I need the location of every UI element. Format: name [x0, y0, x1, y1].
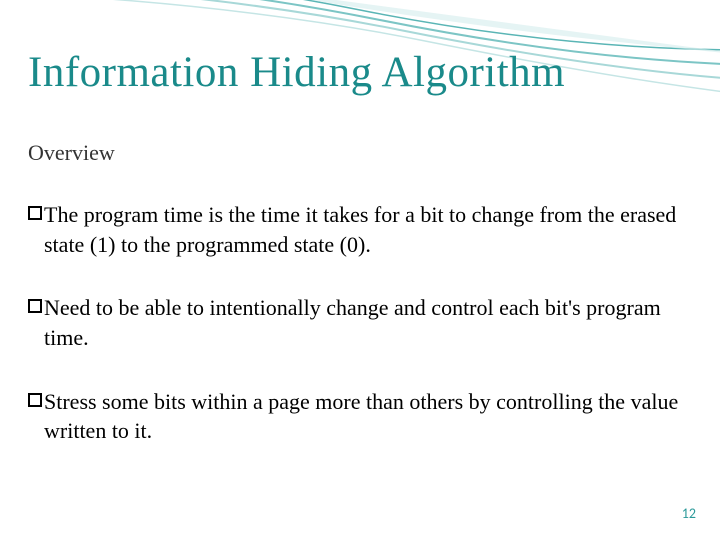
bullet-list: The program time is the time it takes fo…: [28, 200, 680, 480]
slide-title: Information Hiding Algorithm: [28, 48, 565, 97]
square-bullet-icon: [28, 206, 42, 220]
bullet-text: Stress some bits within a page more than…: [44, 387, 680, 446]
slide-subtitle: Overview: [28, 140, 115, 166]
page-number: 12: [682, 505, 696, 522]
bullet-item: Need to be able to intentionally change …: [28, 293, 680, 352]
bullet-text: The program time is the time it takes fo…: [44, 200, 680, 259]
square-bullet-icon: [28, 393, 42, 407]
bullet-item: The program time is the time it takes fo…: [28, 200, 680, 259]
bullet-item: Stress some bits within a page more than…: [28, 387, 680, 446]
bullet-text: Need to be able to intentionally change …: [44, 293, 680, 352]
square-bullet-icon: [28, 299, 42, 313]
